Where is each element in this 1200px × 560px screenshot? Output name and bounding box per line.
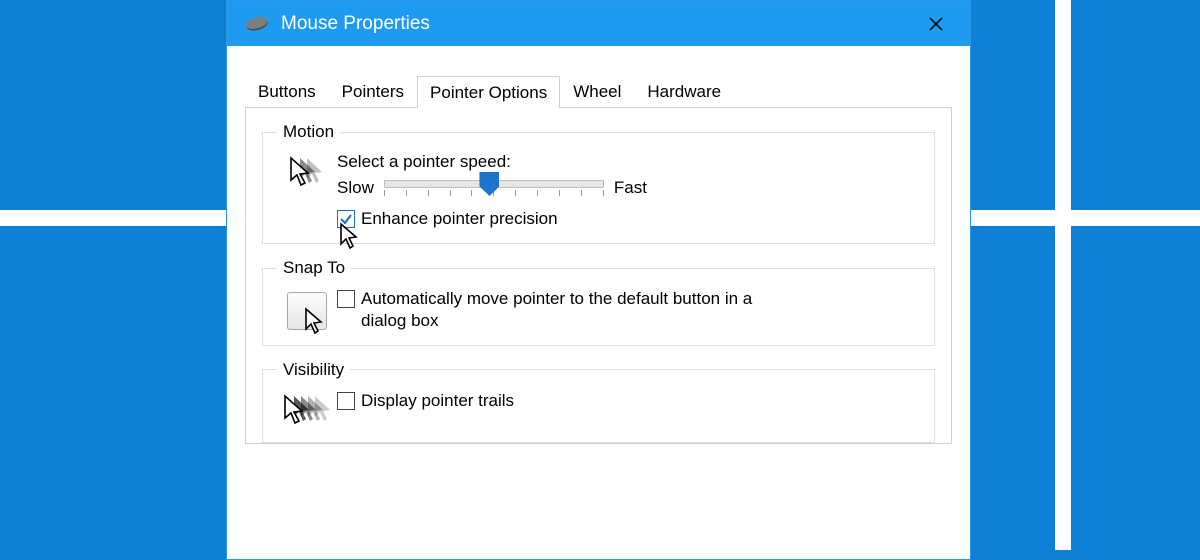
group-snap-legend: Snap To: [277, 258, 351, 278]
pointer-trails-checkbox[interactable]: [337, 392, 355, 410]
snap-to-label: Automatically move pointer to the defaul…: [361, 288, 801, 331]
pointer-trails-label: Display pointer trails: [361, 390, 514, 411]
group-visibility-legend: Visibility: [277, 360, 350, 380]
group-motion: Motion Select a pointer speed: Slow: [262, 122, 935, 244]
tab-label: Wheel: [573, 82, 621, 101]
tab-strip: Buttons Pointers Pointer Options Wheel H…: [245, 74, 952, 108]
fast-label: Fast: [614, 178, 647, 198]
pointer-speed-icon: [285, 156, 329, 190]
group-snap-to: Snap To Automatically move pointer to th…: [262, 258, 935, 346]
close-icon: [928, 16, 944, 32]
close-button[interactable]: [912, 1, 960, 46]
pointer-speed-label: Select a pointer speed:: [337, 152, 920, 172]
slow-label: Slow: [337, 178, 374, 198]
pointer-speed-slider[interactable]: [384, 180, 604, 196]
check-icon: [339, 212, 353, 226]
tab-label: Pointer Options: [430, 83, 547, 102]
pointer-trails-icon: [281, 394, 333, 428]
tab-label: Pointers: [342, 82, 404, 101]
snap-to-checkbox[interactable]: [337, 290, 355, 308]
mouse-properties-window: Mouse Properties Buttons Pointers Pointe…: [226, 0, 971, 560]
tab-label: Hardware: [647, 82, 721, 101]
tab-panel: Motion Select a pointer speed: Slow: [245, 108, 952, 444]
enhance-precision-checkbox[interactable]: [337, 210, 355, 228]
group-visibility: Visibility Disp: [262, 360, 935, 443]
enhance-precision-label: Enhance pointer precision: [361, 208, 558, 229]
tab-pointer-options[interactable]: Pointer Options: [417, 76, 560, 108]
tab-pointers[interactable]: Pointers: [329, 75, 417, 107]
titlebar[interactable]: Mouse Properties: [227, 1, 970, 46]
snap-to-icon: [287, 292, 327, 330]
mouse-icon: [244, 14, 271, 34]
tab-wheel[interactable]: Wheel: [560, 75, 634, 107]
tab-hardware[interactable]: Hardware: [634, 75, 734, 107]
tab-buttons[interactable]: Buttons: [245, 75, 329, 107]
tab-label: Buttons: [258, 82, 316, 101]
window-title: Mouse Properties: [281, 13, 430, 35]
group-motion-legend: Motion: [277, 122, 340, 142]
